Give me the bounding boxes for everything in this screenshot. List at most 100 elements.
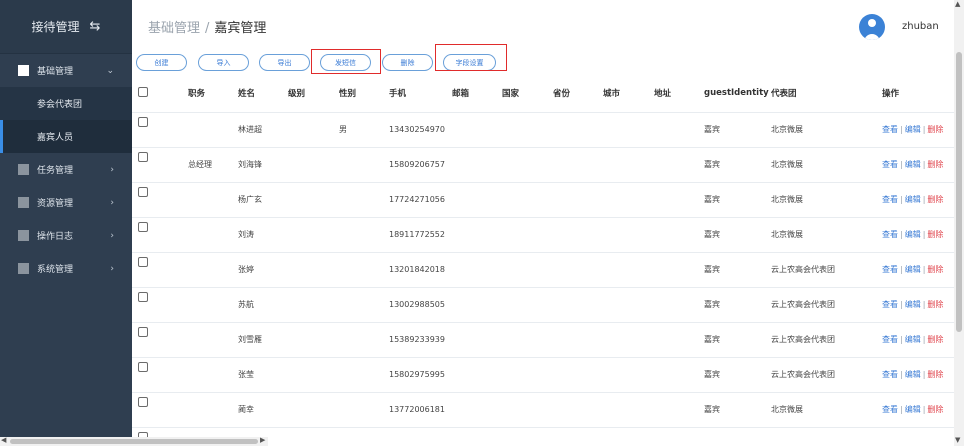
scroll-thumb[interactable] (10, 439, 258, 444)
highlight-box (435, 44, 507, 71)
cell-gender: 男 (339, 112, 389, 148)
cell-gender (339, 427, 389, 437)
row-checkbox[interactable] (138, 397, 148, 407)
cell-empty (603, 357, 654, 393)
row-checkbox[interactable] (138, 222, 148, 232)
view-link[interactable]: 查看 (882, 265, 898, 274)
action-separator: | (922, 125, 926, 134)
cell-empty (603, 427, 654, 437)
edit-link[interactable]: 编辑 (905, 160, 921, 169)
delete-link[interactable]: 删除 (927, 160, 943, 169)
scroll-thumb[interactable] (956, 52, 962, 332)
cell-empty (452, 252, 502, 288)
view-link[interactable]: 查看 (882, 370, 898, 379)
avatar[interactable] (859, 14, 885, 40)
row-checkbox[interactable] (138, 292, 148, 302)
edit-link[interactable]: 编辑 (905, 300, 921, 309)
row-checkbox[interactable] (138, 257, 148, 267)
delete-link[interactable]: 删除 (927, 405, 943, 414)
vertical-scrollbar[interactable]: ▲ ▼ (954, 0, 964, 446)
sidebar-item-system[interactable]: 系统管理 › (0, 252, 132, 285)
edit-link[interactable]: 编辑 (905, 230, 921, 239)
export-button[interactable]: 导出 (259, 54, 310, 71)
sidebar-subitem-guests[interactable]: 嘉宾人员 (0, 120, 132, 153)
action-separator: | (900, 195, 903, 204)
sidebar-item-basic[interactable]: 基础管理 ⌄ (0, 54, 132, 87)
edit-link[interactable]: 编辑 (905, 125, 921, 134)
sidebar-subitem-delegations[interactable]: 参会代表团 (0, 87, 132, 120)
sidebar-subitem-label: 嘉宾人员 (37, 133, 74, 143)
action-separator: | (900, 300, 903, 309)
cell-phone: 13002988505 (389, 287, 452, 323)
delete-button[interactable]: 删除 (382, 54, 433, 71)
scroll-down-icon[interactable]: ▼ (955, 436, 960, 444)
select-all-checkbox[interactable] (138, 86, 148, 97)
username[interactable]: zhuban (902, 21, 939, 32)
edit-link[interactable]: 编辑 (905, 370, 921, 379)
row-select-cell (132, 287, 188, 323)
cell-empty (502, 427, 553, 437)
view-link[interactable]: 查看 (882, 160, 898, 169)
sidebar-item-tasks[interactable]: 任务管理 › (0, 153, 132, 186)
row-actions: 查看|编辑|删除 (882, 357, 954, 393)
edit-link[interactable]: 编辑 (905, 265, 921, 274)
scroll-left-icon[interactable]: ◀ (1, 436, 6, 444)
breadcrumb-parent[interactable]: 基础管理 (148, 21, 200, 36)
cell-empty (603, 252, 654, 288)
delete-link[interactable]: 删除 (927, 125, 943, 134)
row-checkbox[interactable] (138, 187, 148, 197)
edit-link[interactable]: 编辑 (905, 195, 921, 204)
cell-name: 张莹 (238, 357, 288, 393)
sidebar-item-resources[interactable]: 资源管理 › (0, 186, 132, 219)
row-checkbox[interactable] (138, 327, 148, 337)
cell-empty (452, 427, 502, 437)
app-logo: 接待管理 ⇆ (0, 0, 132, 54)
breadcrumb-separator: / (205, 21, 210, 36)
highlight-box (311, 49, 381, 74)
view-link[interactable]: 查看 (882, 230, 898, 239)
create-button[interactable]: 创建 (136, 54, 187, 71)
cell-title (188, 357, 238, 393)
delete-link[interactable]: 删除 (927, 335, 943, 344)
delete-link[interactable]: 删除 (927, 195, 943, 204)
action-separator: | (900, 125, 903, 134)
row-actions: 查看|编辑|删除 (882, 147, 954, 183)
horizontal-scrollbar[interactable]: ◀ ▶ (0, 436, 268, 446)
delete-link[interactable]: 删除 (927, 300, 943, 309)
view-link[interactable]: 查看 (882, 300, 898, 309)
cell-empty (654, 112, 704, 148)
cell-empty (654, 392, 704, 428)
cell-identity: 嘉宾 (704, 182, 771, 218)
row-select-cell (132, 182, 188, 218)
delete-link[interactable]: 删除 (927, 370, 943, 379)
cell-empty (502, 287, 553, 323)
view-link[interactable]: 查看 (882, 125, 898, 134)
cell-empty (452, 392, 502, 428)
cell-name: 杨广玄 (238, 182, 288, 218)
cell-identity: 嘉宾 (704, 287, 771, 323)
action-separator: | (922, 370, 926, 379)
swap-icon[interactable]: ⇆ (90, 19, 101, 34)
row-actions: 查看|编辑|删除 (882, 217, 954, 253)
cell-delegation: 云上农高会代表团 (771, 252, 882, 288)
delete-link[interactable]: 删除 (927, 230, 943, 239)
sidebar-item-logs[interactable]: 操作日志 › (0, 219, 132, 252)
edit-link[interactable]: 编辑 (905, 335, 921, 344)
view-link[interactable]: 查看 (882, 335, 898, 344)
view-link[interactable]: 查看 (882, 405, 898, 414)
cell-delegation: 云上农高会代表团 (771, 322, 882, 358)
scroll-up-icon[interactable]: ▲ (955, 0, 960, 8)
scroll-right-icon[interactable]: ▶ (260, 436, 265, 444)
row-checkbox[interactable] (138, 117, 148, 127)
guest-table: 职务 姓名 级别 性别 手机 邮箱 国家 省份 城市 地址 guestIdent… (132, 75, 954, 437)
sidebar-subitem-label: 参会代表团 (37, 100, 83, 110)
table-row: 13379001529 嘉宾西藏自治区园里地区代表团查看|编辑|删除 (132, 427, 954, 437)
delete-link[interactable]: 删除 (927, 265, 943, 274)
row-checkbox[interactable] (138, 152, 148, 162)
cell-empty (553, 322, 603, 358)
edit-link[interactable]: 编辑 (905, 405, 921, 414)
row-checkbox[interactable] (138, 362, 148, 372)
import-button[interactable]: 导入 (198, 54, 249, 71)
table-row: 刘涛 18911772552 嘉宾 北京微展 查看 | 编辑 | 删除 (132, 217, 954, 253)
view-link[interactable]: 查看 (882, 195, 898, 204)
